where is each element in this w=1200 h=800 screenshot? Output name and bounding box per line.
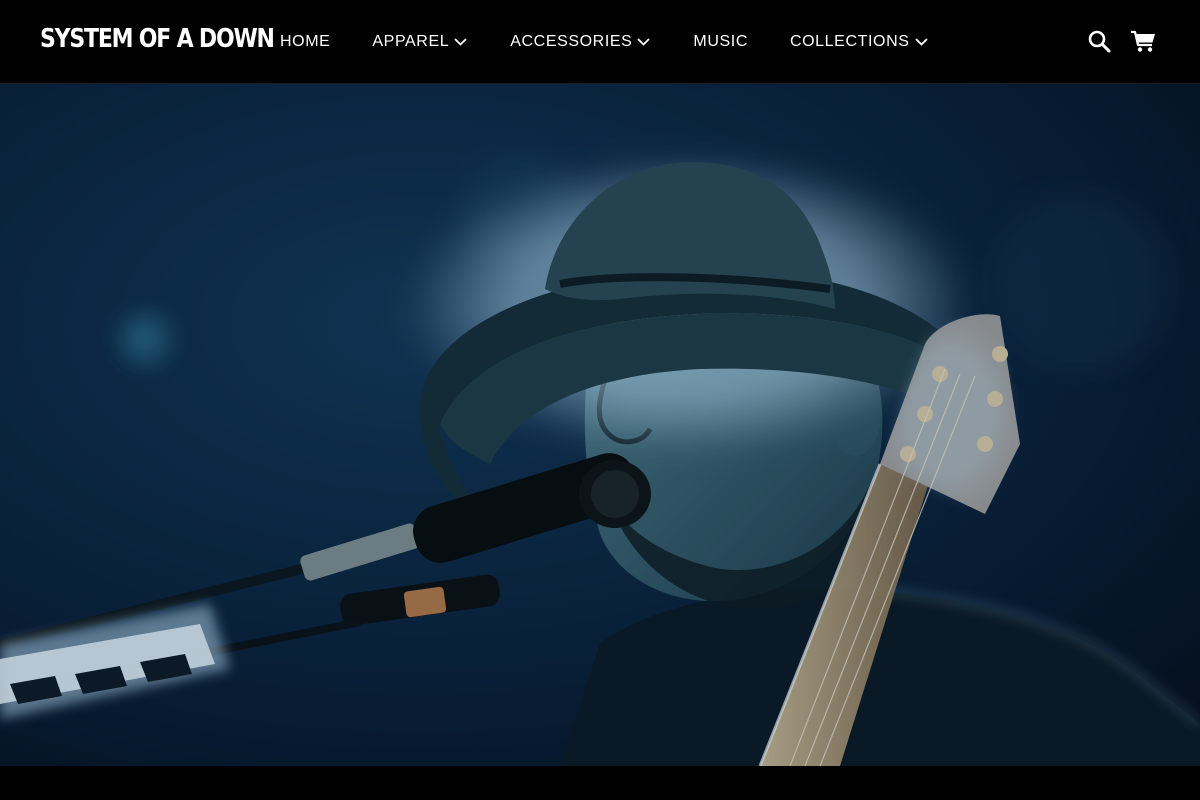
nav-item-collections[interactable]: COLLECTIONS [769, 0, 950, 84]
nav-item-apparel[interactable]: APPAREL [351, 0, 489, 84]
chevron-down-icon [454, 38, 467, 46]
chevron-down-icon [914, 38, 928, 46]
nav-item-home[interactable]: HOME [259, 0, 351, 84]
search-button[interactable] [1086, 28, 1112, 54]
nav-label-accessories: ACCESSORIES [510, 33, 633, 50]
nav-item-accessories[interactable]: ACCESSORIES [489, 0, 672, 84]
search-icon [1088, 30, 1111, 53]
nav-label-collections: COLLECTIONS [789, 33, 910, 50]
hero-banner[interactable] [0, 84, 1200, 766]
nav-label-apparel: APPAREL [372, 33, 450, 50]
page-bottom-strip [0, 766, 1200, 800]
hero-image [0, 84, 1200, 766]
nav-label-music: MUSIC [693, 33, 748, 50]
cart-button[interactable] [1130, 28, 1156, 54]
main-nav: HOME APPAREL ACCESSORIES MUSIC COLLECTIO… [259, 0, 950, 84]
cart-icon [1131, 30, 1155, 52]
header-actions [1086, 28, 1156, 54]
nav-label-home: HOME [280, 33, 331, 50]
band-logo[interactable]: SYSTEM OF A DOWN [40, 25, 275, 54]
site-header: SYSTEM OF A DOWN HOME APPAREL ACCESSORIE… [0, 0, 1200, 84]
chevron-down-icon [637, 38, 651, 46]
nav-item-music[interactable]: MUSIC [672, 0, 769, 84]
